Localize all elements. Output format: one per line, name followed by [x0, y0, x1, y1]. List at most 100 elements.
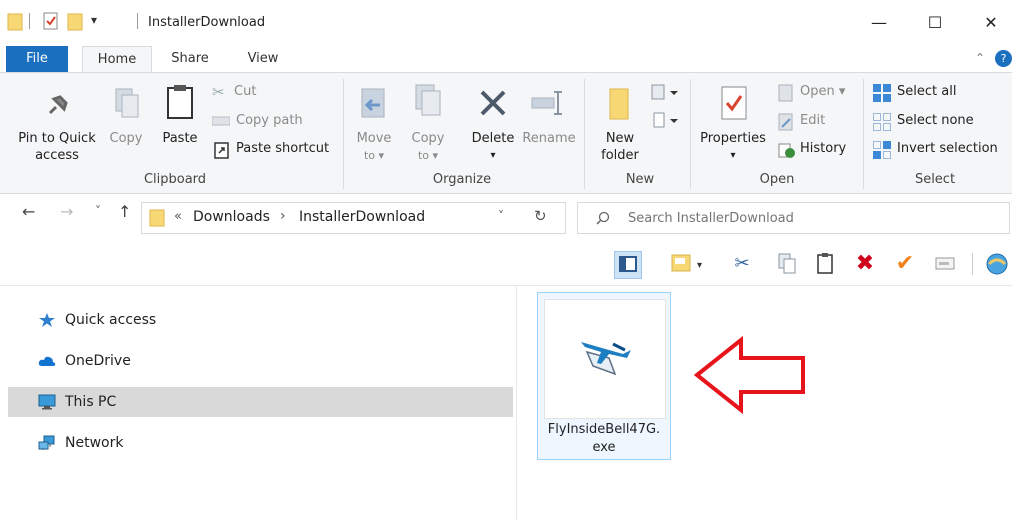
nav-item-this-pc[interactable]: This PC	[8, 387, 513, 417]
breadcrumb-installerdownload[interactable]: InstallerDownload	[299, 209, 425, 225]
paste-icon	[167, 85, 193, 119]
properties-toolbar-button[interactable]	[668, 251, 694, 277]
invert-selection-button[interactable]: Invert selection	[872, 140, 1010, 160]
paste-button[interactable]: Paste	[157, 75, 203, 167]
minimize-button[interactable]: —	[856, 8, 902, 38]
nav-label: OneDrive	[65, 353, 131, 369]
pin-to-quick-access-button[interactable]: Pin to Quick access	[2, 75, 112, 167]
tab-view[interactable]: View	[238, 46, 288, 72]
breadcrumb-separator[interactable]: ›	[280, 208, 286, 224]
nav-item-quick-access[interactable]: Quick access	[8, 305, 513, 335]
new-folder-icon	[609, 88, 629, 120]
scissors-icon: ✂	[734, 253, 750, 274]
tab-file[interactable]: File	[6, 46, 68, 72]
delete-icon	[480, 90, 506, 116]
file-name-line1: FlyInsideBell47G.	[547, 422, 661, 437]
properties-button[interactable]: Properties ▾	[696, 75, 770, 167]
history-button[interactable]: History	[778, 140, 858, 160]
ribbon: Pin to Quick access Copy Paste ✂ Cut Cop…	[0, 72, 1012, 194]
group-label-open: Open	[759, 172, 795, 187]
maximize-button[interactable]: ☐	[912, 8, 958, 38]
new-folder-label-2: folder	[601, 148, 639, 163]
copy-icon	[778, 253, 796, 274]
plane-icon	[581, 342, 631, 376]
nav-item-network[interactable]: Network	[8, 428, 513, 458]
collapse-ribbon-icon[interactable]: ⌃	[975, 51, 985, 65]
paste-shortcut-button[interactable]: Paste shortcut	[212, 140, 342, 160]
group-separator	[343, 79, 344, 189]
open-icon	[778, 84, 793, 102]
properties-label: Properties	[700, 131, 766, 146]
paste-shortcut-label: Paste shortcut	[236, 141, 330, 156]
preview-pane-icon	[619, 256, 637, 272]
select-none-label: Select none	[897, 113, 974, 128]
help-icon[interactable]: ?	[995, 50, 1012, 67]
tab-home[interactable]: Home	[82, 46, 152, 73]
back-button[interactable]: ←	[22, 202, 35, 221]
edit-icon	[778, 113, 793, 131]
rename-button[interactable]: Rename	[520, 75, 578, 167]
tab-share[interactable]: Share	[165, 46, 215, 72]
select-none-button[interactable]: Select none	[872, 112, 1008, 132]
move-to-button[interactable]: Move to ▾	[352, 75, 396, 167]
address-overflow-chevron[interactable]: «	[174, 209, 182, 224]
delete-label: Delete	[471, 131, 515, 146]
recent-locations-button[interactable]: ˅	[95, 204, 101, 218]
confirm-toolbar-button[interactable]: ✔	[892, 251, 918, 277]
cut-button[interactable]: ✂ Cut	[212, 83, 342, 103]
checkmark-icon: ✔	[895, 251, 915, 276]
edit-button[interactable]: Edit	[778, 112, 858, 132]
network-toolbar-button[interactable]	[982, 251, 1008, 277]
refresh-button[interactable]: ↻	[534, 207, 547, 225]
select-all-label: Select all	[897, 84, 957, 99]
select-all-button[interactable]: Select all	[872, 83, 1008, 103]
new-folder-icon[interactable]	[67, 11, 83, 31]
select-none-icon	[873, 113, 891, 131]
nav-item-onedrive[interactable]: OneDrive	[8, 346, 513, 376]
address-dropdown-button[interactable]: ˅	[498, 209, 504, 223]
open-button[interactable]: Open ▾	[778, 83, 858, 103]
copy-to-button[interactable]: Copy to ▾	[406, 75, 450, 167]
address-bar[interactable]: « Downloads › InstallerDownload ˅ ↻	[141, 202, 566, 234]
preview-pane-button[interactable]	[614, 251, 642, 279]
copy-path-button[interactable]: Copy path	[212, 112, 342, 132]
file-item[interactable]: FlyInsideBell47G. exe	[537, 292, 671, 460]
rename-icon	[531, 91, 562, 115]
cut-toolbar-button[interactable]: ✂	[729, 251, 755, 277]
properties-icon[interactable]	[43, 11, 59, 31]
customize-qa-button[interactable]: ▾	[91, 13, 97, 27]
new-folder-button[interactable]: New folder	[594, 75, 646, 167]
close-button[interactable]: ✕	[968, 8, 1012, 38]
copy-to-label-2: to ▾	[417, 149, 439, 162]
folder-icon	[149, 209, 165, 227]
delete-toolbar-button[interactable]: ✖	[852, 251, 878, 277]
up-button[interactable]: ↑	[118, 202, 131, 221]
copy-icon	[115, 88, 139, 118]
forward-button[interactable]: →	[60, 202, 73, 221]
rename-toolbar-button[interactable]	[932, 251, 958, 277]
rename-icon	[935, 257, 955, 270]
star-icon	[39, 313, 55, 327]
toolbar-divider	[972, 253, 973, 275]
paste-icon	[817, 253, 833, 274]
copy-toolbar-button[interactable]	[774, 251, 800, 277]
dropdown-arrow-icon[interactable]: ▾	[697, 260, 702, 271]
paste-toolbar-button[interactable]	[812, 251, 838, 277]
group-label-organize: Organize	[432, 172, 492, 187]
new-folder-label-1: New	[605, 131, 635, 146]
cut-label: Cut	[234, 84, 257, 99]
open-label: Open ▾	[800, 84, 846, 99]
easy-access-icon[interactable]	[648, 111, 680, 131]
search-input[interactable]	[626, 208, 1000, 228]
new-item-icon[interactable]	[648, 83, 680, 103]
group-label-new: New	[625, 172, 655, 187]
paste-shortcut-icon	[214, 142, 229, 159]
delete-button[interactable]: Delete ▾	[468, 75, 518, 167]
search-box[interactable]	[577, 202, 1010, 234]
copy-button[interactable]: Copy	[106, 75, 146, 167]
pin-label-2: access	[35, 148, 79, 163]
move-to-label-2: to ▾	[363, 149, 385, 162]
copy-path-label: Copy path	[236, 113, 303, 128]
pin-icon	[48, 95, 68, 115]
breadcrumb-downloads[interactable]: Downloads	[193, 209, 270, 225]
